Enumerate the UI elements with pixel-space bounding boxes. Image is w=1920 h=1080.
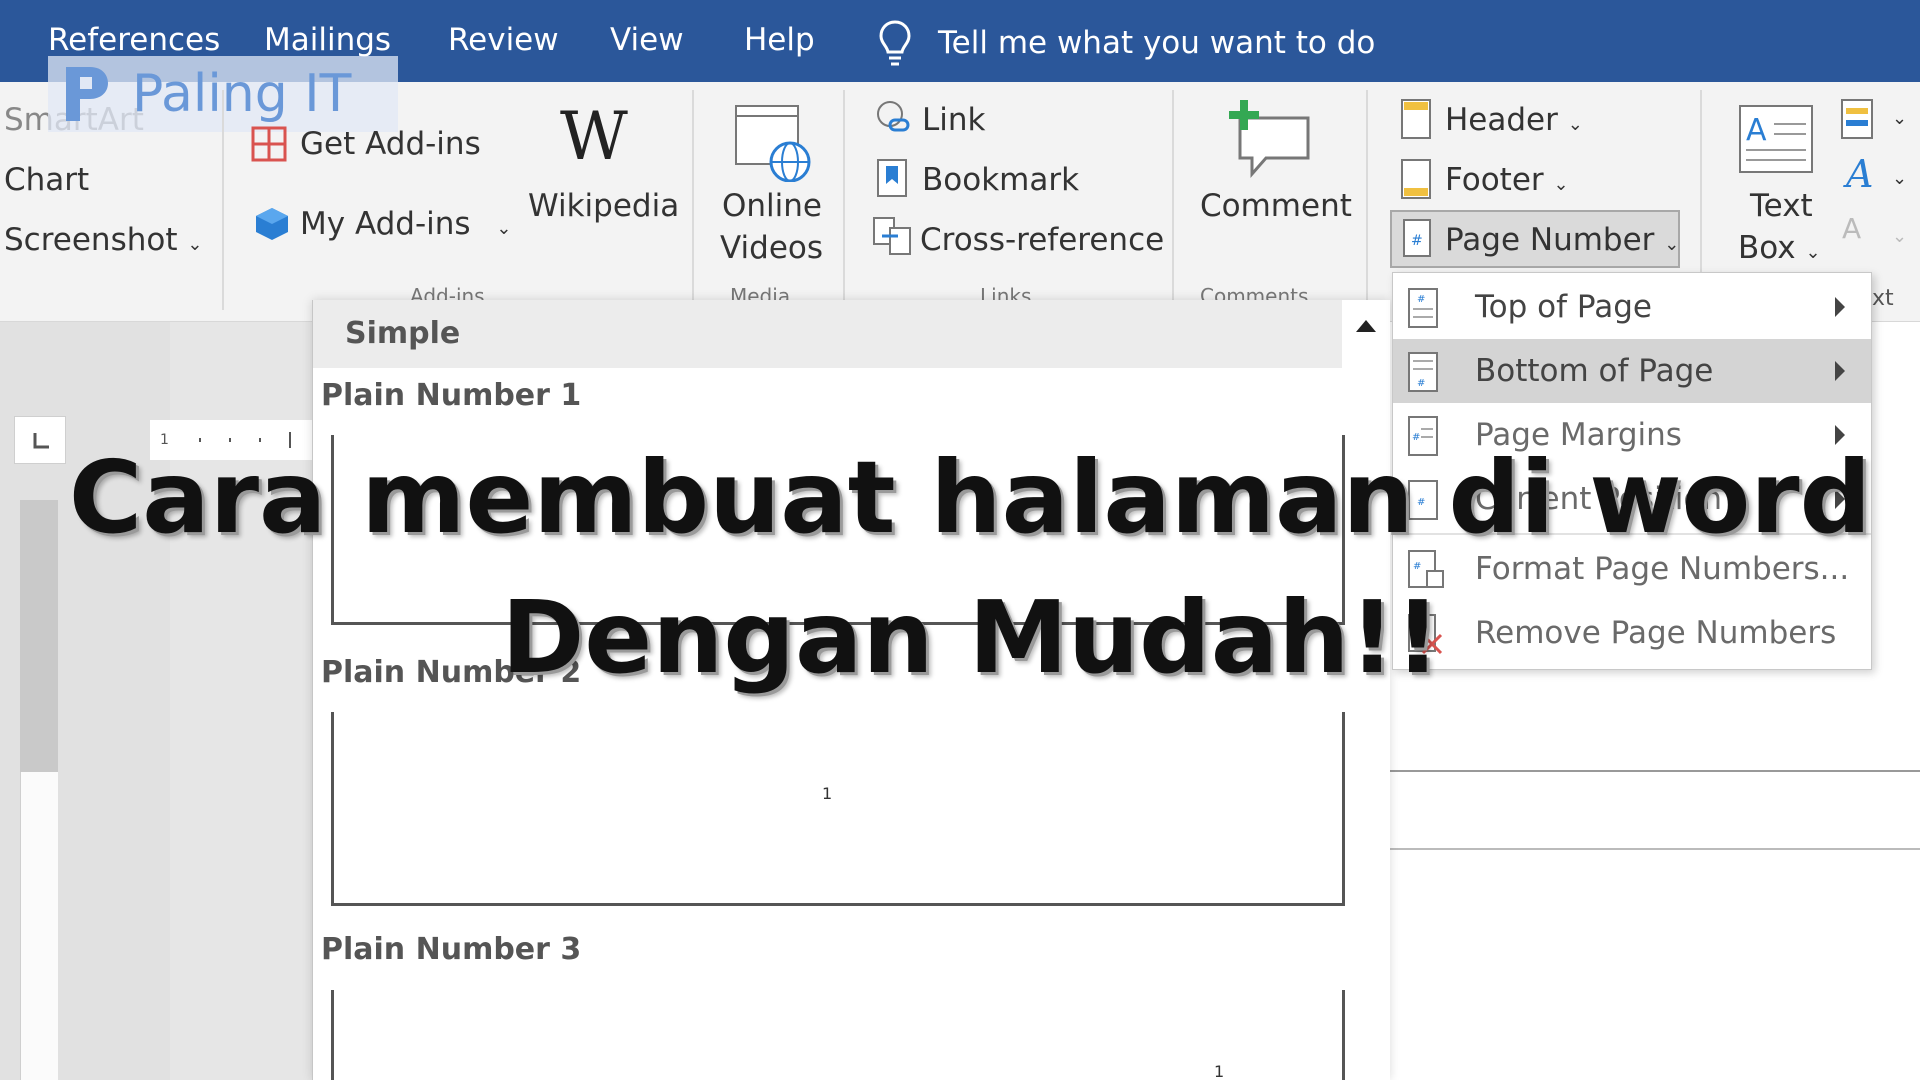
screenshot-button[interactable]: Screenshot ⌄ [4, 222, 202, 258]
submenu-arrow-icon [1835, 361, 1845, 381]
svg-text:#: # [1411, 233, 1423, 249]
overlay-title-line-2: Dengan Mudah!! [501, 579, 1441, 696]
link-icon [877, 101, 910, 132]
chevron-down-icon: ⌄ [1892, 168, 1908, 189]
svg-text:#: # [1417, 294, 1425, 305]
gallery-item-plain-number-3[interactable]: 1 [331, 990, 1345, 1080]
tell-me-text: Tell me what you want to do [938, 25, 1376, 61]
cross-reference-icon [873, 217, 911, 255]
chevron-down-icon: ⌄ [1805, 242, 1821, 263]
watermark-text: Paling IT [132, 64, 352, 124]
page-number-preview: 1 [822, 784, 833, 803]
page-border-line [1390, 770, 1920, 772]
online-videos-label-2[interactable]: Videos [720, 230, 823, 266]
gallery-item-label: Plain Number 1 [321, 378, 582, 413]
gallery-item-label: Plain Number 3 [321, 932, 582, 967]
overlay-title: Cara membuat halaman di word Dengan Muda… [0, 428, 1920, 708]
menu-item-label: Top of Page [1475, 289, 1652, 325]
link-button[interactable]: Link [922, 102, 985, 138]
tab-view[interactable]: View [610, 22, 684, 58]
svg-text:A: A [1746, 113, 1767, 148]
group-separator [1172, 90, 1174, 310]
group-separator [843, 90, 845, 310]
page-number-label: Page Number ⌄ [1445, 222, 1679, 258]
header-button[interactable]: Header ⌄ [1445, 102, 1583, 138]
wordart-icon[interactable]: A [1846, 152, 1873, 196]
submenu-arrow-icon [1835, 297, 1845, 317]
lightbulb-icon [879, 20, 911, 66]
chevron-down-icon: ⌄ [1892, 226, 1908, 247]
screenshot-root: References Mailings Review View Help Tel… [0, 0, 1920, 1080]
gallery-item-plain-number-2[interactable]: 1 [331, 712, 1345, 906]
group-separator [222, 90, 224, 310]
group-separator [692, 90, 694, 310]
online-videos-label-1[interactable]: Online [722, 188, 822, 224]
my-add-ins-icon [256, 208, 288, 240]
bookmark-icon [877, 159, 907, 197]
gallery-section-title: Simple [345, 316, 461, 351]
page-border-line [1390, 848, 1920, 850]
chevron-down-icon: ⌄ [187, 234, 203, 255]
comment-button[interactable]: Comment [1200, 188, 1352, 224]
bookmark-button[interactable]: Bookmark [922, 162, 1079, 198]
text-box-label-2[interactable]: Box ⌄ [1738, 230, 1821, 266]
online-video-icon [735, 105, 811, 182]
menu-item-top-of-page[interactable]: # Top of Page [1393, 275, 1871, 339]
menu-item-label: Bottom of Page [1475, 353, 1714, 389]
header-label: Header [1445, 102, 1558, 138]
wikipedia-button[interactable]: Wikipedia [528, 188, 679, 224]
get-add-ins-button[interactable]: Get Add-ins [300, 126, 481, 162]
page-number-icon: # [1403, 219, 1431, 257]
text-box-label-2-text: Box [1738, 230, 1796, 266]
text-group-label: xt [1872, 286, 1894, 311]
text-box-icon: A [1739, 105, 1813, 173]
chevron-down-icon: ⌄ [1892, 108, 1908, 129]
tab-help[interactable]: Help [744, 22, 815, 58]
text-box-label-1[interactable]: Text [1750, 188, 1813, 224]
paling-it-logo-icon [66, 67, 108, 121]
tab-references[interactable]: References [48, 22, 220, 58]
cross-reference-button[interactable]: Cross-reference [920, 222, 1164, 258]
header-icon [1401, 99, 1431, 139]
footer-label: Footer [1445, 162, 1544, 198]
screenshot-label: Screenshot [4, 222, 178, 258]
my-add-ins-button[interactable]: My Add-ins ⌄ [300, 206, 512, 242]
svg-text:#: # [1417, 378, 1425, 389]
tell-me-box[interactable]: Tell me what you want to do [878, 18, 1375, 68]
quick-parts-icon [1841, 99, 1873, 139]
chevron-down-icon: ⌄ [496, 218, 512, 239]
chart-button[interactable]: Chart [4, 162, 89, 198]
wikipedia-logo-icon: W [560, 98, 628, 175]
store-icon [251, 126, 287, 162]
menu-item-bottom-of-page[interactable]: # Bottom of Page [1393, 339, 1871, 403]
scroll-up-icon[interactable] [1356, 320, 1376, 332]
group-separator [1366, 90, 1368, 310]
chevron-down-icon: ⌄ [1664, 234, 1680, 255]
gallery-section-header: Simple [313, 300, 1343, 368]
chevron-down-icon: ⌄ [1567, 114, 1583, 135]
overlay-title-line-1: Cara membuat halaman di word [68, 439, 1872, 556]
chevron-down-icon: ⌄ [1553, 174, 1569, 195]
new-comment-icon [1229, 100, 1310, 178]
page-number-text: Page Number [1445, 222, 1655, 258]
footer-icon [1401, 159, 1431, 199]
tab-review[interactable]: Review [448, 22, 559, 58]
my-add-ins-label: My Add-ins [300, 206, 471, 242]
page-number-preview: 1 [1214, 1062, 1225, 1080]
footer-button[interactable]: Footer ⌄ [1445, 162, 1569, 198]
tab-mailings[interactable]: Mailings [264, 22, 391, 58]
drop-cap-icon[interactable]: A [1842, 212, 1861, 245]
bottom-of-page-icon: # [1408, 352, 1438, 392]
top-of-page-icon: # [1408, 288, 1438, 328]
